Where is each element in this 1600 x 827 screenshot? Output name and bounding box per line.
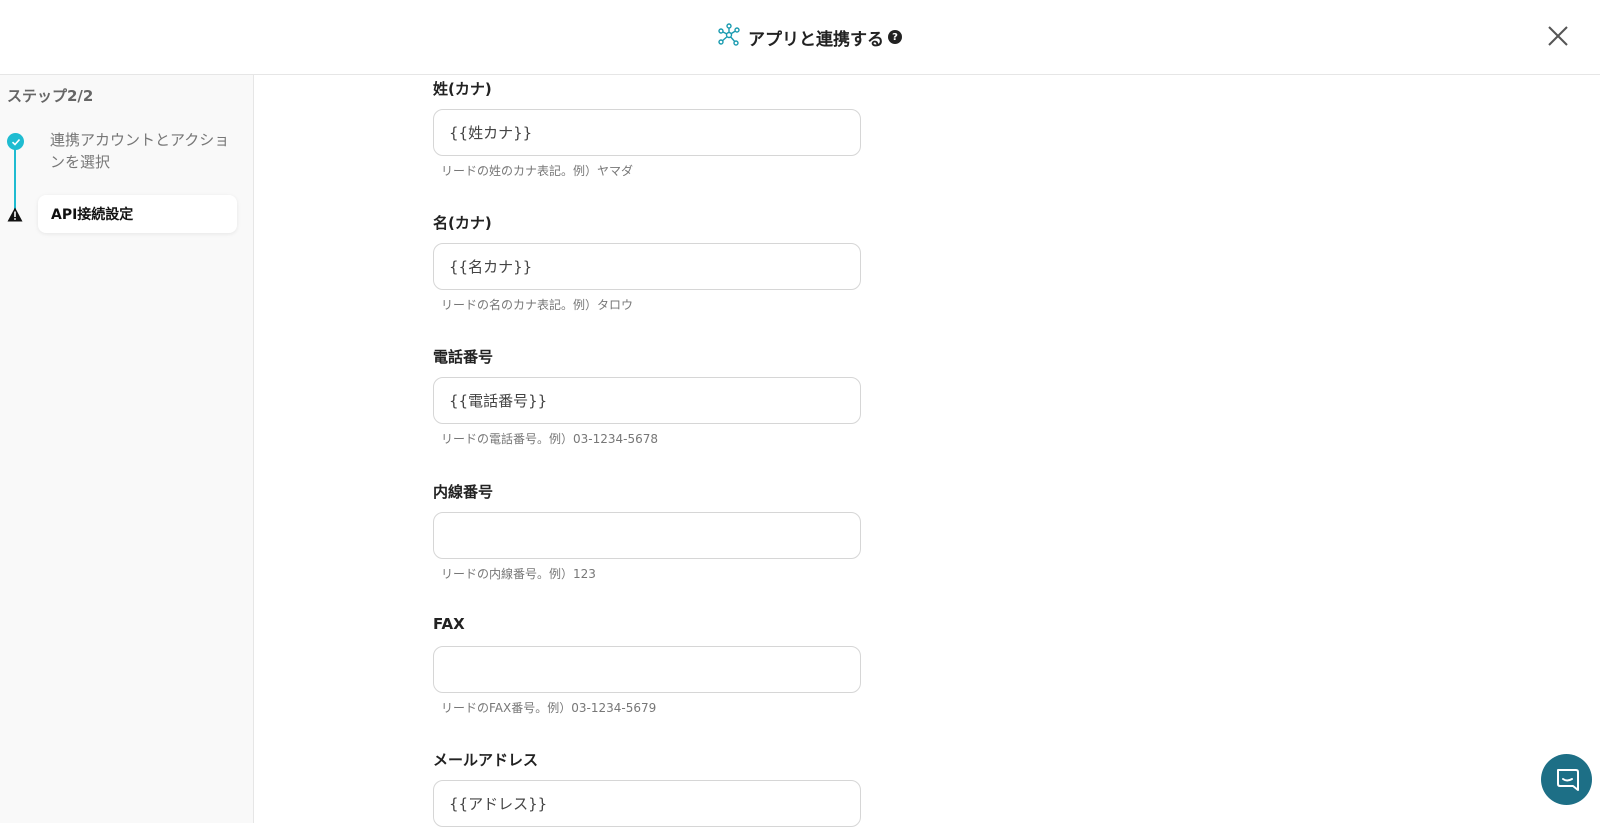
field-label: メールアドレス <box>433 751 539 769</box>
modal-title: アプリと連携する <box>748 29 884 50</box>
step-counter: ステップ2/2 <box>7 87 94 105</box>
network-icon <box>718 23 740 51</box>
fax-input[interactable] <box>433 646 861 693</box>
field-help: リードの内線番号。例）123 <box>441 567 596 581</box>
field-label: FAX <box>433 615 465 633</box>
chat-bubble-icon <box>1556 768 1579 791</box>
warning-icon <box>7 207 23 222</box>
header-title-group: アプリと連携する ? <box>718 22 902 52</box>
field-label: 名(カナ) <box>433 214 492 232</box>
field-help: リードの電話番号。例）03-1234-5678 <box>441 432 659 446</box>
first-name-kana-input[interactable] <box>433 243 861 290</box>
step-item-api-settings[interactable]: API接続設定 <box>38 195 237 233</box>
close-icon <box>1548 26 1568 46</box>
field-help: リードの姓のカナ表記。例）ヤマダ <box>441 164 634 178</box>
phone-input[interactable] <box>433 377 861 424</box>
field-email: メールアドレス <box>433 749 873 827</box>
field-last-name-kana: 姓(カナ) リードの姓のカナ表記。例）ヤマダ <box>433 78 873 179</box>
field-first-name-kana: 名(カナ) リードの名のカナ表記。例）タロウ <box>433 212 873 313</box>
step-sidebar: ステップ2/2 連携アカウントとアクションを選択 API接続設定 <box>0 75 254 823</box>
modal-header: アプリと連携する ? <box>0 0 1600 75</box>
chat-button[interactable] <box>1541 754 1592 805</box>
close-button[interactable] <box>1544 22 1572 50</box>
step-connector <box>14 142 16 216</box>
check-circle-icon <box>7 133 24 150</box>
help-icon[interactable]: ? <box>888 30 902 44</box>
field-extension: 内線番号 リードの内線番号。例）123 <box>433 481 873 582</box>
extension-input[interactable] <box>433 512 861 559</box>
last-name-kana-input[interactable] <box>433 109 861 156</box>
field-help: リードの名のカナ表記。例）タロウ <box>441 298 634 312</box>
email-input[interactable] <box>433 780 861 827</box>
field-label: 内線番号 <box>433 483 494 501</box>
field-help: リードのFAX番号。例）03-1234-5679 <box>441 701 657 715</box>
field-fax: FAX リードのFAX番号。例）03-1234-5679 <box>433 615 873 716</box>
step-item-select-action[interactable]: 連携アカウントとアクションを選択 <box>50 129 230 173</box>
field-label: 電話番号 <box>433 348 494 366</box>
field-label: 姓(カナ) <box>433 80 492 98</box>
field-phone: 電話番号 リードの電話番号。例）03-1234-5678 <box>433 346 873 447</box>
